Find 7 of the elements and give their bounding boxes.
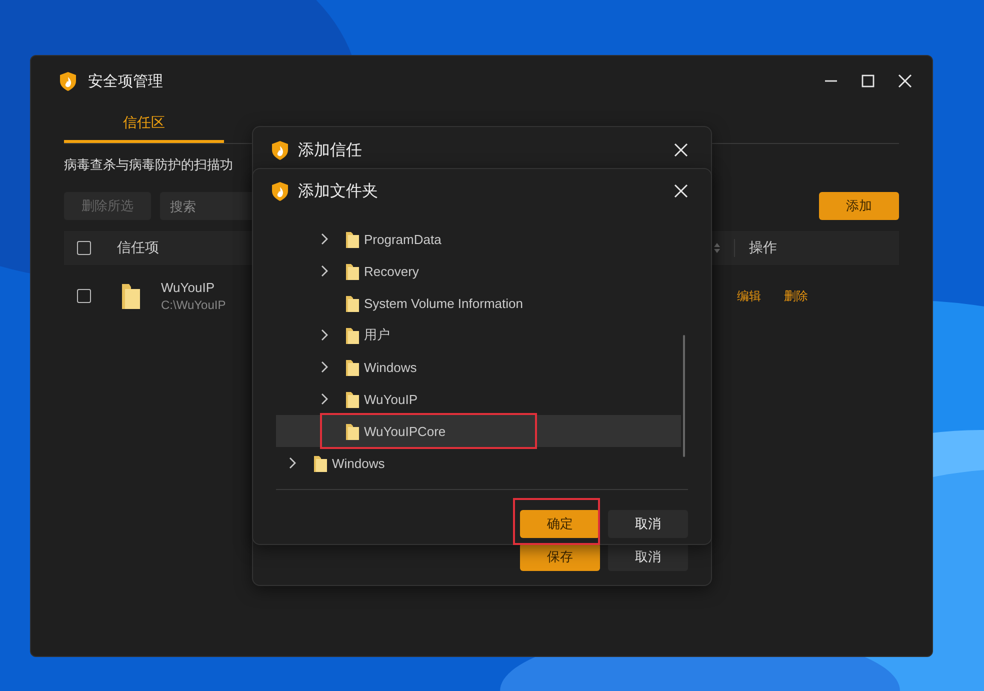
dialog-title: 添加信任 bbox=[298, 140, 362, 160]
window-title: 安全项管理 bbox=[88, 72, 163, 90]
item-path: C:\WuYouIP bbox=[161, 298, 226, 312]
column-header: 操作 bbox=[749, 239, 778, 257]
description-text: 病毒查杀与病毒防护的扫描功 bbox=[64, 156, 234, 174]
column-header: 信任项 bbox=[117, 239, 159, 257]
item-name: WuYouIP bbox=[161, 280, 216, 295]
